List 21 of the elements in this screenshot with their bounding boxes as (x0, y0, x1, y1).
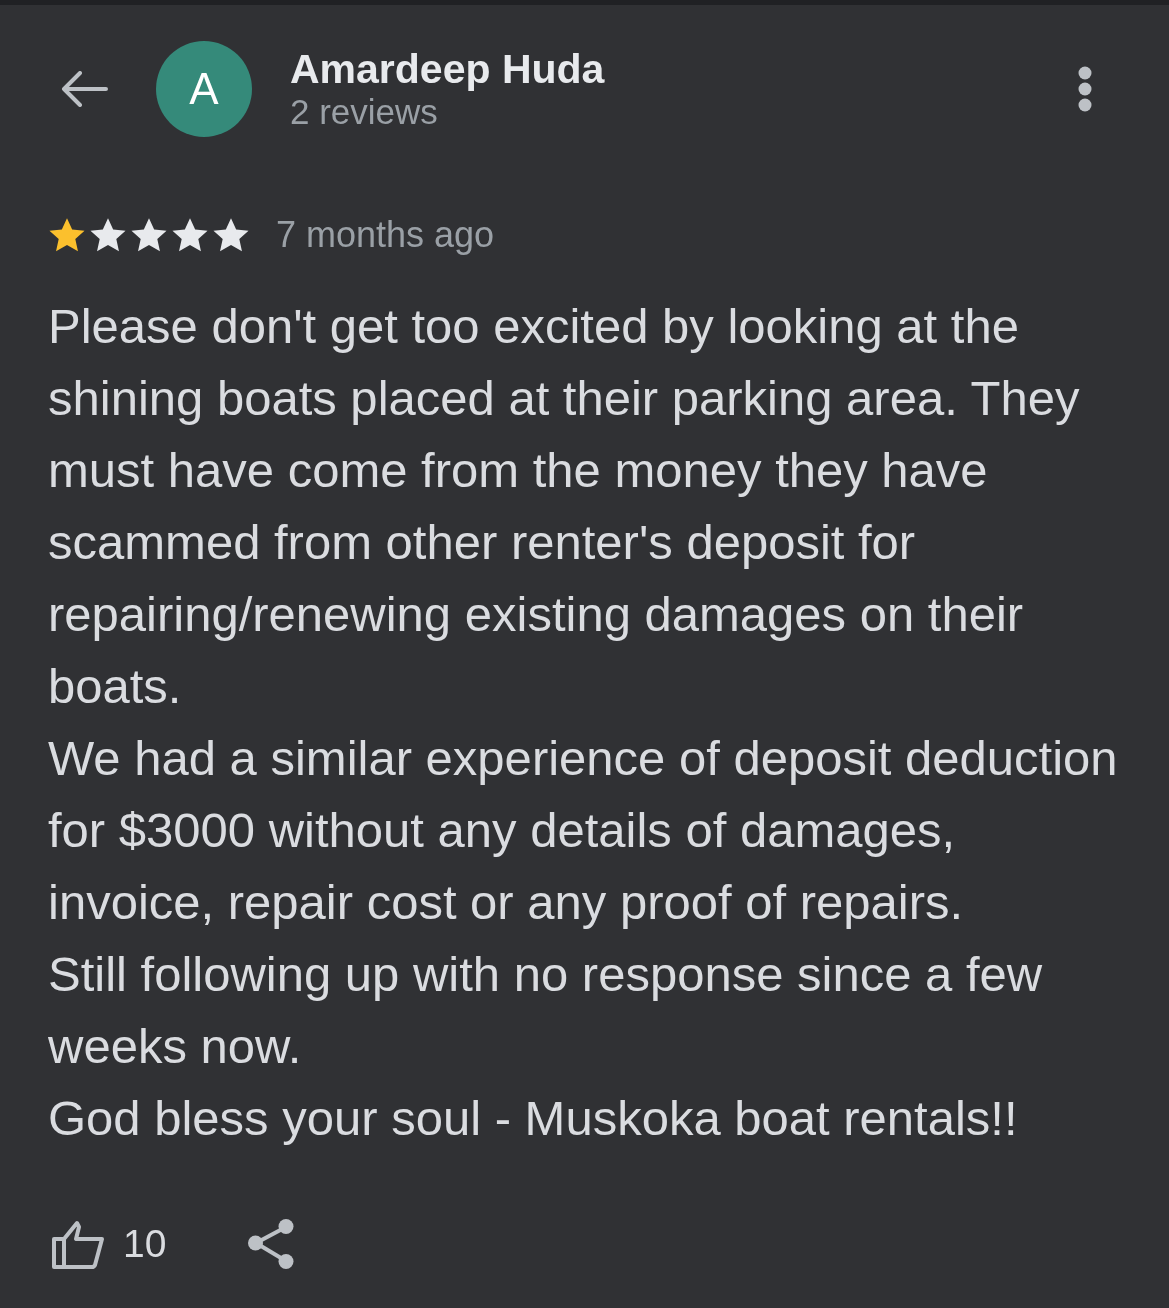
avatar: A (156, 41, 252, 137)
share-icon (248, 1219, 295, 1269)
back-arrow-icon (60, 71, 108, 107)
review-count: 2 reviews (290, 92, 438, 132)
like-button[interactable]: 10 (52, 1219, 167, 1269)
star-icon (130, 217, 168, 253)
star-icon (212, 217, 250, 253)
review-time: 7 months ago (276, 214, 495, 256)
review-text: God bless your soul - Muskoka boat rentals!! (48, 1090, 1019, 1147)
star-icon (171, 217, 209, 253)
more-icon (1077, 65, 1093, 113)
reviewer-name: Amardeep Huda (290, 46, 605, 92)
share-button[interactable] (248, 1219, 295, 1269)
star-icon (89, 217, 127, 253)
thumbs-up-icon (52, 1219, 106, 1269)
review-text: Please don't get too excited by looking at the shining boats placed at their parking area. They must have come from the money they have scammed from other renter's deposit for repairing/renewing existing damages on their boats. (48, 298, 1081, 715)
star-icon (48, 217, 86, 253)
more-options-button[interactable] (1077, 65, 1093, 113)
back-button[interactable] (60, 71, 108, 107)
review-text: Still following up with no response since a few weeks now. (48, 946, 1044, 1075)
review-text: We had a similar experience of deposit deduction for $3000 without any details of damages, invoice, repair cost or any proof of repairs. (48, 730, 1119, 931)
